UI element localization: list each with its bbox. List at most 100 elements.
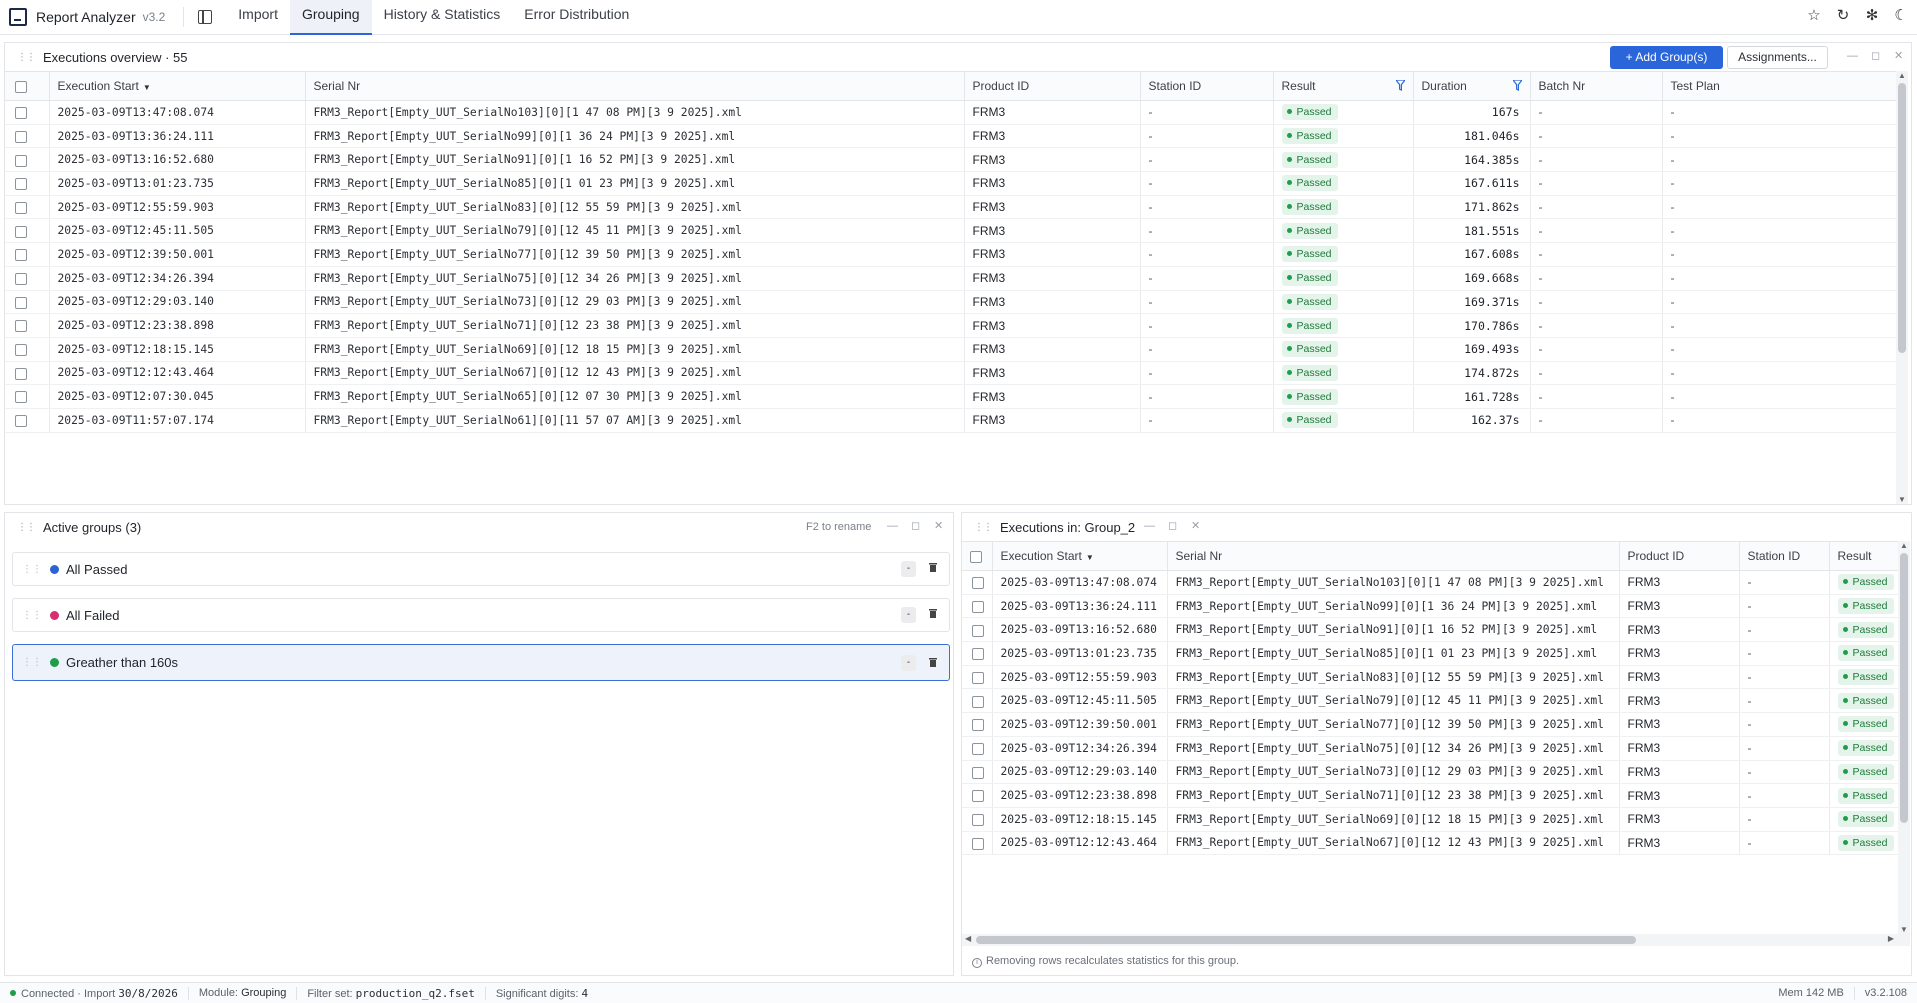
row-checkbox[interactable] [15,130,27,143]
col-batch-nr[interactable]: Batch Nr [1530,71,1663,101]
row-checkbox[interactable] [972,790,984,803]
table-row[interactable]: 2025-03-09T12:23:38.898 FRM3_Report[Empty… [962,783,1898,808]
row-checkbox[interactable] [15,249,27,262]
row-checkbox[interactable] [972,648,984,661]
row-checkbox[interactable] [972,766,984,779]
col-execution-start[interactable]: Execution Start ▼ [992,541,1168,571]
row-checkbox[interactable] [972,719,984,732]
col-station-id[interactable]: Station ID [1140,71,1274,101]
collapse-button[interactable]: - [901,607,916,623]
table-row[interactable]: 2025-03-09T12:18:15.145 FRM3_Report[Empty… [5,337,1896,362]
minimize-icon[interactable]: — [1144,520,1155,532]
table-row[interactable]: 2025-03-09T13:16:52.680 FRM3_Report[Empty… [962,617,1898,643]
filter-icon[interactable] [1395,80,1405,91]
col-serial-nr[interactable]: Serial Nr [1167,541,1620,571]
row-checkbox[interactable] [972,671,984,684]
maximize-icon[interactable]: ◻ [1871,49,1880,62]
assignments-button[interactable]: Assignments... [1727,46,1828,69]
table-row[interactable]: 2025-03-09T12:18:15.145 FRM3_Report[Empty… [962,807,1898,832]
table-row[interactable]: 2025-03-09T13:47:08.074 FRM3_Report[Empty… [962,570,1898,595]
row-checkbox[interactable] [15,107,27,120]
group-item-selected[interactable]: ⋮⋮ Greather than 160s - [12,644,950,681]
table-row[interactable]: 2025-03-09T12:29:03.140 FRM3_Report[Empty… [5,290,1896,315]
collapse-button[interactable]: - [901,561,916,577]
row-checkbox[interactable] [972,600,984,613]
drag-handle-icon[interactable]: ⋮⋮ [17,52,36,63]
trash-icon[interactable] [929,657,937,667]
trash-icon[interactable] [929,608,937,618]
minimize-icon[interactable]: — [887,520,898,532]
minimize-icon[interactable]: — [1847,50,1858,62]
table-row[interactable]: 2025-03-09T12:39:50.001 FRM3_Report[Empty… [962,712,1898,737]
drag-handle-icon[interactable]: ⋮⋮ [974,522,993,533]
table-row[interactable]: 2025-03-09T12:29:03.140 FRM3_Report[Empty… [962,760,1898,785]
table-row[interactable]: 2025-03-09T12:12:43.464 FRM3_Report[Empty… [5,361,1896,386]
table-row[interactable]: 2025-03-09T13:01:23.735 FRM3_Report[Empty… [5,171,1896,196]
col-execution-start[interactable]: Execution Start ▼ [49,71,306,101]
tab-grouping[interactable]: Grouping [289,0,372,35]
row-checkbox[interactable] [15,415,27,428]
row-checkbox[interactable] [15,391,27,404]
row-checkbox[interactable] [972,742,984,755]
col-product-id[interactable]: Product ID [964,71,1141,101]
table-row[interactable]: 2025-03-09T12:34:26.394 FRM3_Report[Empty… [962,736,1898,761]
trash-icon[interactable] [929,562,937,572]
col-duration[interactable]: Duration [1413,71,1531,101]
add-group-button[interactable]: + Add Group(s) [1610,46,1723,69]
table-row[interactable]: 2025-03-09T13:47:08.074 FRM3_Report[Empty… [5,100,1896,125]
row-checkbox[interactable] [972,577,984,590]
row-checkbox[interactable] [15,296,27,309]
drag-handle-icon[interactable]: ⋮⋮ [22,657,42,668]
row-checkbox[interactable] [15,201,27,214]
row-checkbox[interactable] [15,154,27,167]
group-scrollbar-horizontal[interactable]: ◀ ▶ [962,934,1910,946]
row-checkbox[interactable] [15,367,27,380]
col-product-id[interactable]: Product ID [1619,541,1740,571]
table-row[interactable]: 2025-03-09T12:45:11.505 FRM3_Report[Empty… [5,218,1896,244]
row-checkbox[interactable] [15,225,27,238]
table-row[interactable]: 2025-03-09T11:57:07.174 FRM3_Report[Empty… [5,408,1896,433]
tab-error-distribution[interactable]: Error Distribution [512,0,641,35]
col-result[interactable]: Result [1829,541,1898,571]
table-row[interactable]: 2025-03-09T12:34:26.394 FRM3_Report[Empty… [5,266,1896,291]
sidebar-toggle-icon[interactable] [198,10,213,24]
row-checkbox[interactable] [972,624,984,637]
table-row[interactable]: 2025-03-09T13:16:52.680 FRM3_Report[Empty… [5,147,1896,173]
select-all-checkbox[interactable] [15,80,27,93]
table-row[interactable]: 2025-03-09T13:36:24.111 FRM3_Report[Empty… [5,124,1896,149]
table-row[interactable]: 2025-03-09T12:45:11.505 FRM3_Report[Empty… [962,688,1898,714]
tab-history-statistics[interactable]: History & Statistics [372,0,513,35]
drag-handle-icon[interactable]: ⋮⋮ [22,564,42,575]
table-row[interactable]: 2025-03-09T12:23:38.898 FRM3_Report[Empty… [5,313,1896,338]
group-item[interactable]: ⋮⋮ All Failed - [12,598,950,632]
group-scrollbar-vertical[interactable]: ▲ ▼ [1898,541,1910,934]
table-row[interactable]: 2025-03-09T12:07:30.045 FRM3_Report[Empty… [5,384,1896,409]
maximize-icon[interactable]: ◻ [1168,519,1177,532]
row-checkbox[interactable] [15,272,27,285]
sort-desc-icon[interactable]: ▼ [1086,553,1094,562]
row-checkbox[interactable] [972,837,984,850]
table-row[interactable]: 2025-03-09T12:55:59.903 FRM3_Report[Empty… [5,195,1896,220]
row-checkbox[interactable] [972,695,984,708]
drag-handle-icon[interactable]: ⋮⋮ [22,610,42,621]
row-checkbox[interactable] [15,178,27,191]
table-row[interactable]: 2025-03-09T13:01:23.735 FRM3_Report[Empty… [962,641,1898,666]
overview-scrollbar[interactable]: ▲ ▼ [1896,71,1908,504]
col-result[interactable]: Result [1273,71,1414,101]
sort-desc-icon[interactable]: ▼ [143,83,151,92]
maximize-icon[interactable]: ◻ [911,519,920,532]
theme-icon[interactable]: ☾ [1893,6,1909,24]
table-row[interactable]: 2025-03-09T12:55:59.903 FRM3_Report[Empty… [962,665,1898,690]
row-checkbox[interactable] [15,320,27,333]
col-serial-nr[interactable]: Serial Nr [305,71,965,101]
group-item[interactable]: ⋮⋮ All Passed - [12,552,950,586]
filter-icon[interactable] [1512,80,1522,91]
settings-icon[interactable]: ✻ [1864,6,1880,24]
close-icon[interactable]: ✕ [1191,519,1200,532]
col-station-id[interactable]: Station ID [1739,541,1830,571]
table-row[interactable]: 2025-03-09T12:39:50.001 FRM3_Report[Empty… [5,242,1896,267]
table-row[interactable]: 2025-03-09T13:36:24.111 FRM3_Report[Empty… [962,594,1898,619]
drag-handle-icon[interactable]: ⋮⋮ [17,522,36,533]
close-icon[interactable]: ✕ [1894,49,1903,62]
tab-import[interactable]: Import [226,0,290,35]
